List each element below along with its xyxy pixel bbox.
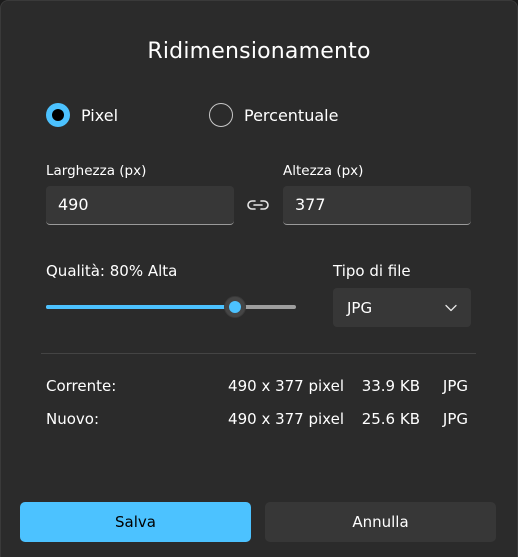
filetype-label: Tipo di file	[333, 262, 411, 280]
radio-checked-icon	[46, 103, 70, 127]
height-label: Altezza (px)	[283, 163, 364, 179]
percent-radio-label: Percentuale	[244, 105, 339, 125]
slider-thumb[interactable]	[224, 296, 246, 318]
current-label: Corrente:	[46, 377, 117, 395]
filetype-dropdown[interactable]: JPG	[333, 288, 471, 327]
width-input[interactable]: 490	[46, 186, 234, 225]
pixel-radio-label: Pixel	[81, 105, 119, 125]
height-input[interactable]: 377	[283, 186, 471, 225]
quality-label: Qualità: 80% Alta	[46, 262, 178, 280]
filetype-selected: JPG	[347, 298, 373, 317]
width-label: Larghezza (px)	[46, 163, 147, 179]
chevron-down-icon	[445, 304, 457, 311]
resize-dialog: Ridimensionamento Pixel Percentuale Larg…	[0, 0, 518, 557]
save-button[interactable]: Salva	[20, 502, 251, 542]
quality-slider[interactable]	[46, 295, 296, 319]
new-dimensions: 490 x 377 pixel	[228, 410, 344, 428]
percent-radio[interactable]: Percentuale	[209, 103, 338, 127]
pixel-radio[interactable]: Pixel	[46, 103, 118, 127]
cancel-button[interactable]: Annulla	[265, 502, 496, 542]
divider	[41, 353, 476, 354]
new-label: Nuovo:	[46, 410, 100, 428]
current-dimensions: 490 x 377 pixel	[228, 377, 344, 395]
current-size: 33.9 KB	[361, 377, 420, 395]
new-size: 25.6 KB	[361, 410, 420, 428]
slider-fill	[46, 305, 235, 309]
radio-unchecked-icon	[209, 103, 233, 127]
dialog-title: Ridimensionamento	[147, 39, 371, 64]
current-format: JPG	[442, 377, 468, 395]
link-chain-icon[interactable]	[246, 197, 270, 213]
new-format: JPG	[442, 410, 468, 428]
